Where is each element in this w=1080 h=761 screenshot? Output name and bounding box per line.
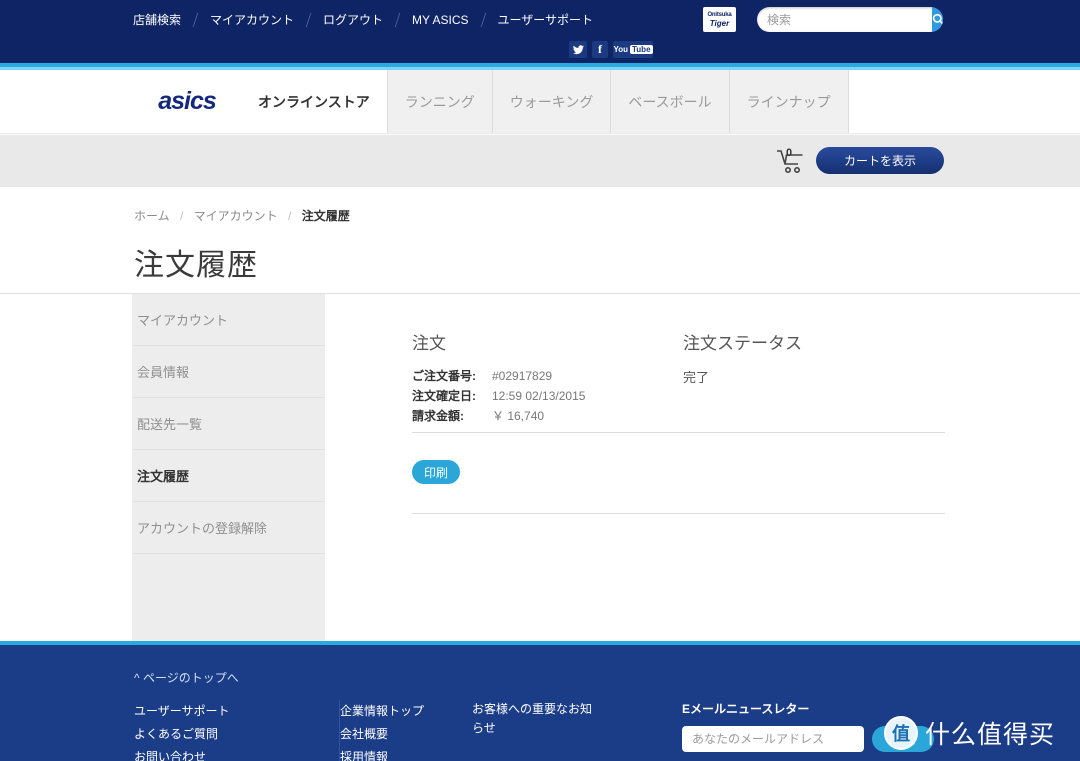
onitsuka-logo-bottom-text: Tiger (709, 18, 730, 28)
youtube-tube-text: Tube (630, 45, 653, 54)
footer-column-notices: お客様への重要なお知らせ (472, 700, 682, 761)
order-summary-column: 注文 ご注文番号: #02917829 注文確定日: 12:59 02/13/2… (412, 329, 662, 427)
utility-link-store-search[interactable]: 店舗検索 (133, 11, 195, 29)
order-detail-content: 注文 ご注文番号: #02917829 注文確定日: 12:59 02/13/2… (325, 294, 1080, 644)
footer-column-newsletter: Eメールニュースレター 登録 (682, 700, 982, 761)
order-number-label: ご注文番号: (412, 369, 476, 383)
content-divider-bottom (412, 513, 945, 514)
breadcrumb-separator: / (179, 209, 184, 223)
footer-column-corporate: 企業情報トップ 会社概要 採用情報 (339, 700, 472, 761)
utility-link-my-account[interactable]: マイアカウント (196, 11, 308, 29)
print-button[interactable]: 印刷 (412, 460, 460, 484)
breadcrumb: ホーム / マイアカウント / 注文履歴 (134, 207, 350, 224)
order-amount-label: 請求金額: (412, 409, 464, 423)
back-to-top-link[interactable]: ^ ページのトップへ (134, 669, 239, 686)
footer-link-corporate-top[interactable]: 企業情報トップ (340, 700, 472, 723)
nav-tab-running[interactable]: ランニング (387, 70, 493, 133)
onitsuka-tiger-logo[interactable]: Onitsuka Tiger (703, 7, 736, 32)
sidebar-item-my-account[interactable]: マイアカウント (132, 294, 325, 346)
search-input[interactable] (757, 7, 932, 32)
footer-column-support: ユーザーサポート よくあるご質問 お問い合わせ (134, 700, 339, 761)
nav-tab-baseball[interactable]: ベースボール (611, 70, 730, 133)
facebook-f-glyph: f (598, 42, 602, 56)
twitter-icon[interactable] (569, 41, 587, 58)
footer-link-contact[interactable]: お問い合わせ (134, 746, 339, 761)
main-nav-tabs: オンラインストア ランニング ウォーキング ベースボール ラインナップ (241, 70, 849, 133)
utility-link-my-asics[interactable]: MY ASICS (398, 11, 482, 29)
footer-link-important-notice[interactable]: お客様への重要なお知らせ (472, 700, 602, 738)
content-divider-top (412, 432, 945, 433)
top-utility-bar: 店舗検索 マイアカウント ログアウト MY ASICS ユーザーサポート Oni… (0, 0, 1080, 63)
breadcrumb-item-home[interactable]: ホーム (134, 209, 170, 223)
account-sidebar: マイアカウント 会員情報 配送先一覧 注文履歴 アカウントの登録解除 (132, 294, 325, 644)
nav-tab-walking[interactable]: ウォーキング (492, 70, 612, 133)
facebook-icon[interactable]: f (592, 41, 608, 58)
twitter-bird-glyph (572, 44, 584, 54)
cart-item-count: 0 (786, 147, 793, 159)
search-box (757, 7, 943, 32)
nav-tab-lineup[interactable]: ラインナップ (729, 70, 849, 133)
order-date-label: 注文確定日: (412, 389, 476, 403)
main-navigation: asics オンラインストア ランニング ウォーキング ベースボール ラインナッ… (0, 70, 1080, 133)
newsletter-heading: Eメールニュースレター (682, 702, 810, 716)
order-row-date: 注文確定日: 12:59 02/13/2015 (412, 387, 662, 405)
footer-link-company-profile[interactable]: 会社概要 (340, 723, 472, 746)
utility-link-logout[interactable]: ログアウト (309, 11, 397, 29)
breadcrumb-item-current: 注文履歴 (301, 209, 350, 223)
order-row-number: ご注文番号: #02917829 (412, 367, 662, 385)
breadcrumb-separator: / (288, 209, 292, 223)
footer-link-user-support[interactable]: ユーザーサポート (134, 700, 339, 723)
status-badge: 完了 (683, 370, 710, 385)
nav-tab-online-store[interactable]: オンラインストア (241, 70, 388, 133)
search-icon (932, 13, 943, 25)
order-date-value: 12:59 02/13/2015 (492, 389, 586, 403)
footer-link-recruit[interactable]: 採用情報 (340, 746, 472, 761)
sidebar-item-shipping-addresses[interactable]: 配送先一覧 (132, 398, 325, 450)
onitsuka-logo-top-text: Onitsuka (707, 11, 732, 18)
page-title: 注文履歴 (134, 249, 258, 282)
order-section-heading: 注文 (412, 334, 446, 353)
order-number-value: #02917829 (492, 369, 553, 383)
newsletter-email-input[interactable] (682, 726, 864, 752)
order-amount-value: ￥ 16,740 (492, 409, 545, 423)
breadcrumb-item-my-account[interactable]: マイアカウント (194, 209, 278, 223)
order-status-column: 注文ステータス 完了 (683, 329, 883, 386)
youtube-icon[interactable]: You Tube (613, 41, 653, 58)
youtube-logo-box: You Tube (613, 45, 653, 54)
footer-link-faq[interactable]: よくあるご質問 (134, 723, 339, 746)
order-status-heading: 注文ステータス (683, 334, 802, 353)
page-root: 店舗検索 マイアカウント ログアウト MY ASICS ユーザーサポート Oni… (0, 0, 1080, 761)
newsletter-form: 登録 (682, 726, 982, 752)
utility-nav: 店舗検索 マイアカウント ログアウト MY ASICS ユーザーサポート (133, 11, 607, 29)
sidebar-item-order-history[interactable]: 注文履歴 (132, 450, 325, 502)
order-row-amount: 請求金額: ￥ 16,740 (412, 407, 662, 425)
asics-logo-text: asics (158, 87, 217, 115)
footer-columns: ユーザーサポート よくあるご質問 お問い合わせ 企業情報トップ 会社概要 採用情… (134, 700, 984, 761)
sidebar-item-member-info[interactable]: 会員情報 (132, 346, 325, 398)
search-button[interactable] (932, 7, 943, 32)
view-cart-button[interactable]: カートを表示 (816, 147, 944, 174)
utility-link-user-support[interactable]: ユーザーサポート (484, 11, 608, 29)
social-links: f You Tube (569, 41, 653, 58)
site-footer: ^ ページのトップへ ユーザーサポート よくあるご質問 お問い合わせ 企業情報ト… (0, 645, 1080, 761)
newsletter-subscribe-button[interactable]: 登録 (872, 726, 934, 752)
asics-logo[interactable]: asics (133, 70, 241, 133)
youtube-you-text: You (613, 45, 628, 54)
sidebar-item-cancel-account[interactable]: アカウントの登録解除 (132, 502, 325, 554)
